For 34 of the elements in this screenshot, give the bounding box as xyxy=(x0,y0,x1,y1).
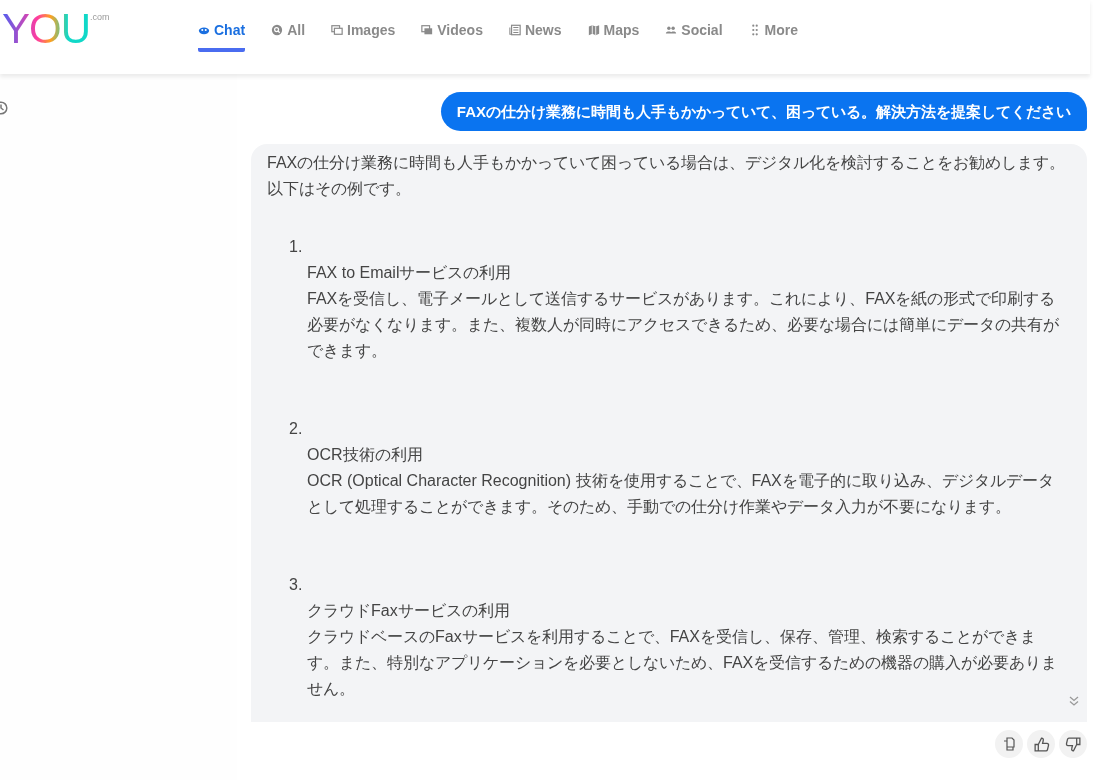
newspaper-icon xyxy=(508,24,521,36)
thumbs-down-button[interactable] xyxy=(1059,730,1087,758)
nav-tab[interactable]: News xyxy=(508,20,562,52)
nav-tab[interactable]: Videos xyxy=(421,20,483,52)
item-title: クラウドFaxサービスの利用 xyxy=(306,601,511,621)
nav-tab[interactable]: Maps xyxy=(587,20,640,52)
logo-suffix: .com xyxy=(90,12,110,22)
people-icon xyxy=(665,24,678,36)
nav-tab[interactable]: All xyxy=(271,20,305,52)
copy-button[interactable] xyxy=(995,730,1023,758)
thumbs-down-icon xyxy=(1064,735,1082,753)
copy-icon xyxy=(1001,736,1017,752)
item-text: クラウドベースのFaxサービスを利用することで、FAXを受信し、保存、管理、検索することができます。また、特別なアプリケーションを必要としないため、FAXを受信するための機器の購入が必要ありません。 xyxy=(306,627,1059,699)
answer-text: FAXの仕分け業務に時間も人手もかかっていて困っている場合は、デジタル化を検討することをお勧めします。以下はその例です。 xyxy=(267,153,1067,199)
list-number: 2. xyxy=(288,419,304,439)
search-icon xyxy=(271,24,284,36)
list-number: 3. xyxy=(288,575,304,595)
nav-tab[interactable]: More xyxy=(748,20,798,52)
thumbs-up-button[interactable] xyxy=(1027,730,1055,758)
expand-icon[interactable] xyxy=(1069,696,1079,706)
user-message: FAXの仕分け業務に時間も人手もかかっていて、困っている。解決方法を提案してください xyxy=(440,92,1087,131)
item-text: OCR (Optical Character Recognition) 技術を使用することで、FAXを電子的に取り込み、デジタルデータとして処理することができます。そのため、手動での仕分け作業やデータ入力が不要になります。 xyxy=(306,471,1055,517)
map-icon xyxy=(587,24,600,36)
videos-icon xyxy=(421,24,434,36)
nav-tab[interactable]: Chat xyxy=(198,20,246,52)
nav-tab[interactable]: Social xyxy=(665,20,723,52)
item-text: FAXを受信し、電子メールとして送信するサービスがあります。これにより、FAXを紙の形式で印刷する必要がなくなります。また、複数人が同時にアクセスできるため、必要な場合には簡単にデータの共有ができます。 xyxy=(306,289,1060,361)
images-icon xyxy=(331,24,343,36)
nav-tab[interactable]: Images xyxy=(331,20,396,52)
chat-bubble-icon xyxy=(198,24,210,36)
item-title: OCR技術の利用 xyxy=(306,445,424,465)
thumbs-up-icon xyxy=(1032,735,1050,753)
list-number: 1. xyxy=(288,237,304,257)
item-title: FAX to Emailサービスの利用 xyxy=(306,263,513,283)
